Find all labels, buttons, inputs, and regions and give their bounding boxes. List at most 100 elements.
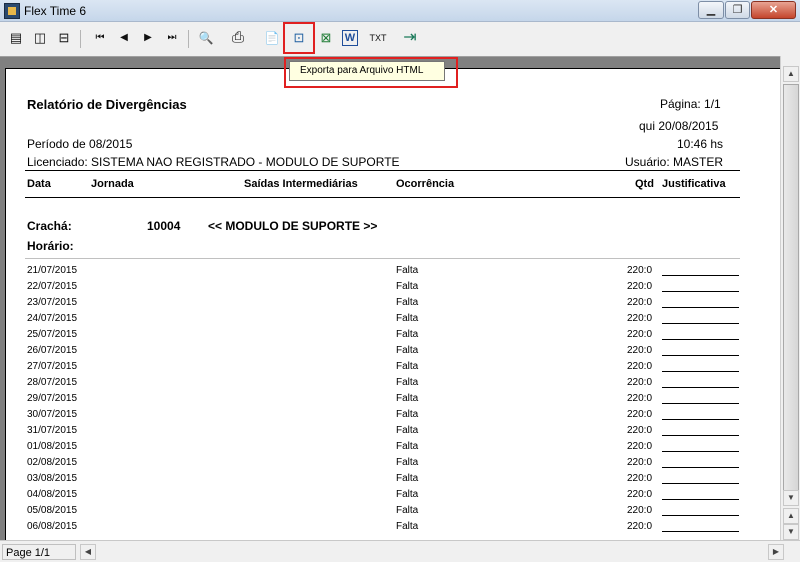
scroll-down-icon[interactable]: ▼: [783, 490, 799, 506]
row-qty: 220:0: [627, 505, 653, 516]
scroll-left-icon[interactable]: ◀: [80, 544, 96, 560]
row-date: 25/07/2015: [27, 329, 78, 340]
export-excel-icon[interactable]: ⊠: [316, 28, 336, 48]
table-row: 05/08/2015 Falta 220:0: [6, 505, 780, 521]
row-date: 26/07/2015: [27, 345, 78, 356]
justification-blank: [662, 403, 739, 404]
table-row: 29/07/2015 Falta 220:0: [6, 393, 780, 409]
row-occurrence: Falta: [396, 297, 419, 308]
scroll-right-icon[interactable]: ▶: [768, 544, 784, 560]
last-page-icon[interactable]: ⏭: [162, 28, 182, 48]
report-date: qui 20/08/2015: [639, 119, 719, 133]
justification-blank: [662, 307, 739, 308]
table-row: 27/07/2015 Falta 220:0: [6, 361, 780, 377]
justification-blank: [662, 483, 739, 484]
row-occurrence: Falta: [396, 489, 419, 500]
cracha-value: 10004: [147, 219, 181, 233]
row-date: 04/08/2015: [27, 489, 78, 500]
row-occurrence: Falta: [396, 281, 419, 292]
report-time: 10:46 hs: [677, 137, 724, 151]
row-date: 06/08/2015: [27, 521, 78, 532]
scroll-down-small-icon[interactable]: ▼: [783, 524, 799, 540]
find-icon[interactable]: 🔍: [196, 28, 216, 48]
cracha-label: Crachá:: [27, 219, 72, 233]
column-saidas: Saídas Intermediárias: [244, 178, 358, 190]
export-txt-icon[interactable]: TXT: [366, 28, 390, 48]
row-occurrence: Falta: [396, 393, 419, 404]
cracha-name: << MODULO DE SUPORTE >>: [208, 219, 378, 233]
row-qty: 220:0: [627, 313, 653, 324]
row-qty: 220:0: [627, 441, 653, 452]
print-icon[interactable]: ⎙: [228, 28, 248, 48]
app-window: Flex Time 6 ▁ ❐ ✕ ▤ ◫ ⊟ ⏮ ◀ ▶ ⏭ 🔍 ⎙ 📄 ⊡ …: [0, 0, 800, 562]
toolbar-separator: [80, 30, 81, 48]
scroll-thumb[interactable]: [783, 84, 799, 494]
column-data: Data: [27, 178, 51, 190]
row-qty: 220:0: [627, 521, 653, 532]
row-qty: 220:0: [627, 361, 653, 372]
row-qty: 220:0: [627, 457, 653, 468]
row-qty: 220:0: [627, 473, 653, 484]
row-date: 24/07/2015: [27, 313, 78, 324]
status-page: Page 1/1: [2, 544, 76, 560]
export-pdf-icon[interactable]: 📄: [262, 28, 282, 48]
previous-page-icon[interactable]: ◀: [114, 28, 134, 48]
row-qty: 220:0: [627, 377, 653, 388]
table-row: 03/08/2015 Falta 220:0: [6, 473, 780, 489]
row-date: 31/07/2015: [27, 425, 78, 436]
table-row: 28/07/2015 Falta 220:0: [6, 377, 780, 393]
row-occurrence: Falta: [396, 361, 419, 372]
table-row: 24/07/2015 Falta 220:0: [6, 313, 780, 329]
row-occurrence: Falta: [396, 409, 419, 420]
row-occurrence: Falta: [396, 377, 419, 388]
justification-blank: [662, 435, 739, 436]
row-qty: 220:0: [627, 425, 653, 436]
row-qty: 220:0: [627, 393, 653, 404]
toolbar-separator: [188, 30, 189, 48]
justification-blank: [662, 419, 739, 420]
row-date: 30/07/2015: [27, 409, 78, 420]
export-word-icon[interactable]: W: [342, 30, 358, 46]
exit-icon[interactable]: ⇥: [400, 28, 420, 48]
row-occurrence: Falta: [396, 441, 419, 452]
view-two-pages-icon[interactable]: ◫: [30, 28, 50, 48]
row-qty: 220:0: [627, 489, 653, 500]
row-qty: 220:0: [627, 409, 653, 420]
justification-blank: [662, 291, 739, 292]
scroll-up-small-icon[interactable]: ▲: [783, 508, 799, 524]
view-page-width-icon[interactable]: ⊟: [54, 28, 74, 48]
row-occurrence: Falta: [396, 313, 419, 324]
first-page-icon[interactable]: ⏮: [90, 28, 110, 48]
maximize-button[interactable]: ❐: [725, 1, 750, 19]
horizontal-scrollbar[interactable]: ◀ ▶: [80, 544, 784, 560]
close-button[interactable]: ✕: [751, 1, 796, 19]
justification-blank: [662, 499, 739, 500]
table-row: 31/07/2015 Falta 220:0: [6, 425, 780, 441]
minimize-button[interactable]: ▁: [698, 1, 724, 19]
table-row: 30/07/2015 Falta 220:0: [6, 409, 780, 425]
next-page-icon[interactable]: ▶: [138, 28, 158, 48]
justification-blank: [662, 451, 739, 452]
row-qty: 220:0: [627, 281, 653, 292]
table-row: 26/07/2015 Falta 220:0: [6, 345, 780, 361]
row-date: 02/08/2015: [27, 457, 78, 468]
export-html-icon[interactable]: ⊡: [283, 22, 315, 54]
row-date: 29/07/2015: [27, 393, 78, 404]
export-html-tooltip: Exporta para Arquivo HTML: [289, 61, 445, 81]
scroll-up-icon[interactable]: ▲: [783, 66, 799, 82]
table-row: 04/08/2015 Falta 220:0: [6, 489, 780, 505]
view-one-page-icon[interactable]: ▤: [6, 28, 26, 48]
vertical-scrollbar[interactable]: ▲ ▼ ▲ ▼: [780, 56, 800, 540]
justification-blank: [662, 275, 739, 276]
title-bar: Flex Time 6 ▁ ❐ ✕: [0, 0, 800, 22]
justification-blank: [662, 387, 739, 388]
justification-blank: [662, 339, 739, 340]
report-title: Relatório de Divergências: [27, 97, 187, 112]
row-date: 27/07/2015: [27, 361, 78, 372]
divider: [25, 258, 740, 259]
toolbar: ▤ ◫ ⊟ ⏮ ◀ ▶ ⏭ 🔍 ⎙ 📄 ⊡ ⊠ W TXT ⇥: [0, 22, 800, 56]
table-row: 02/08/2015 Falta 220:0: [6, 457, 780, 473]
horario-label: Horário:: [27, 239, 74, 253]
row-date: 05/08/2015: [27, 505, 78, 516]
column-justificativa: Justificativa: [662, 178, 726, 190]
